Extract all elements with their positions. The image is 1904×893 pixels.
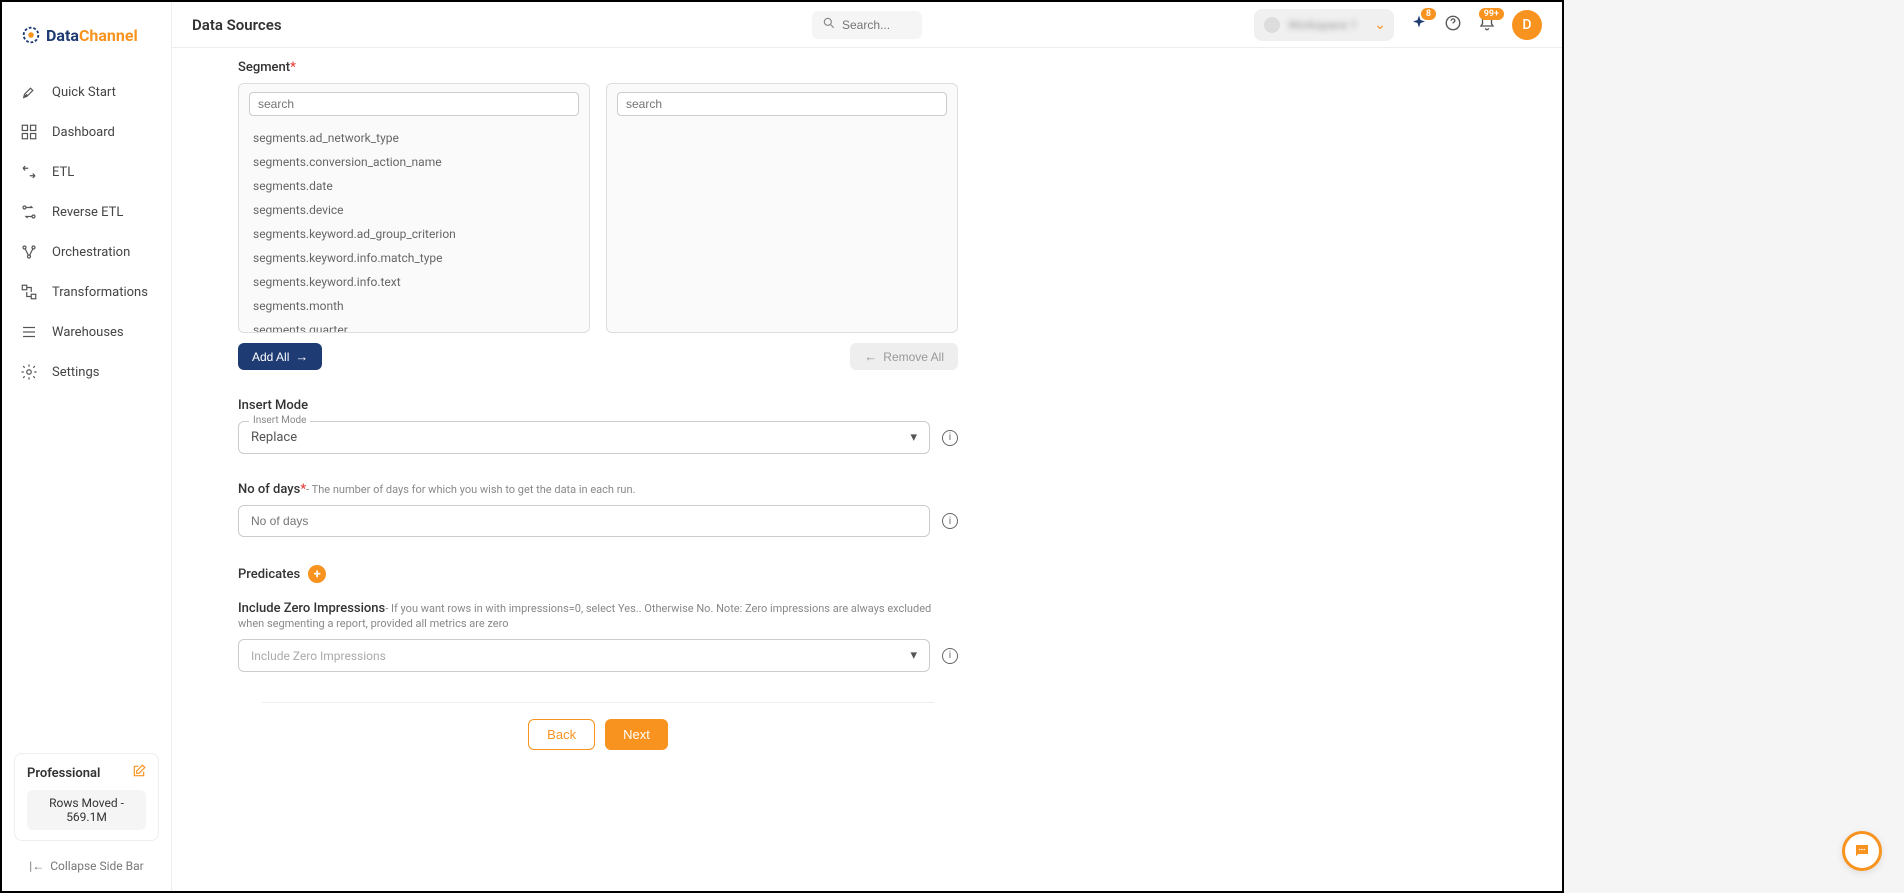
logo-icon: [20, 24, 42, 46]
segment-selected-list: [606, 83, 958, 333]
list-item[interactable]: segments.conversion_action_name: [239, 150, 589, 174]
insert-mode-select[interactable]: Insert Mode Replace ▾: [238, 421, 930, 454]
arrow-right-icon: →: [295, 349, 308, 364]
no-of-days-label: No of days*- The number of days for whic…: [238, 482, 958, 497]
user-avatar[interactable]: D: [1512, 10, 1542, 40]
orchestration-icon: [20, 243, 38, 261]
workspace-name: Workspace 1: [1288, 18, 1357, 32]
workspace-selector[interactable]: Workspace 1 ⌄: [1254, 9, 1394, 41]
no-of-days-input[interactable]: [238, 505, 930, 537]
list-item[interactable]: segments.keyword.info.match_type: [239, 246, 589, 270]
segment-selected-search[interactable]: [617, 92, 947, 116]
zero-impressions-select[interactable]: Include Zero Impressions ▾: [238, 639, 930, 672]
predicates-label: Predicates: [238, 567, 300, 582]
divider: [262, 702, 934, 703]
nav-quick-start[interactable]: Quick Start: [2, 72, 171, 112]
list-item[interactable]: segments.month: [239, 294, 589, 318]
workspace-avatar-icon: [1264, 17, 1280, 33]
help-button[interactable]: [1444, 14, 1462, 36]
nav-settings[interactable]: Settings: [2, 352, 171, 392]
back-button[interactable]: Back: [528, 719, 595, 750]
caret-down-icon: ▾: [910, 648, 917, 663]
add-predicate-button[interactable]: +: [308, 565, 326, 583]
add-all-button[interactable]: Add All →: [238, 343, 322, 370]
rocket-icon: [20, 83, 38, 101]
nav-dashboard[interactable]: Dashboard: [2, 112, 171, 152]
notifications-button[interactable]: 99+: [1478, 14, 1496, 36]
nav-orchestration[interactable]: Orchestration: [2, 232, 171, 272]
sparkle-button[interactable]: 8: [1410, 14, 1428, 36]
gear-icon: [20, 363, 38, 381]
global-search[interactable]: [812, 11, 922, 39]
nav-etl[interactable]: ETL: [2, 152, 171, 192]
remove-all-button[interactable]: ← Remove All: [850, 343, 958, 370]
chevron-down-icon: ⌄: [1374, 17, 1386, 33]
logo-text: DataChannel: [46, 26, 138, 45]
sidebar-nav: Quick Start Dashboard ETL Reverse ETL Or…: [2, 60, 171, 753]
warehouse-icon: [20, 323, 38, 341]
insert-mode-info-icon[interactable]: i: [942, 430, 958, 446]
zero-impressions-placeholder: Include Zero Impressions: [251, 649, 386, 663]
list-item[interactable]: segments.keyword.ad_group_criterion: [239, 222, 589, 246]
topbar: Data Sources Workspace 1 ⌄ 8: [172, 2, 1562, 48]
list-item[interactable]: segments.quarter: [239, 318, 589, 332]
reverse-etl-icon: [20, 203, 38, 221]
arrow-left-icon: ←: [864, 349, 877, 364]
segment-label: Segment*: [238, 60, 958, 75]
segment-available-search[interactable]: [249, 92, 579, 116]
chat-button[interactable]: [1842, 831, 1882, 871]
list-item[interactable]: segments.keyword.info.text: [239, 270, 589, 294]
chat-icon: [1853, 842, 1871, 860]
list-item[interactable]: segments.date: [239, 174, 589, 198]
zero-impressions-info-icon[interactable]: i: [942, 648, 958, 664]
transformations-icon: [20, 283, 38, 301]
plan-edit-icon[interactable]: [132, 764, 146, 782]
collapse-sidebar-button[interactable]: |← Collapse Side Bar: [14, 851, 159, 881]
collapse-icon: |←: [29, 859, 44, 873]
next-button[interactable]: Next: [605, 719, 668, 750]
insert-mode-label: Insert Mode: [238, 398, 958, 413]
segment-available-list: segments.ad_network_typesegments.convers…: [238, 83, 590, 333]
zero-impressions-label: Include Zero Impressions- If you want ro…: [238, 601, 958, 631]
insert-mode-value: Replace: [251, 430, 297, 445]
list-item[interactable]: segments.device: [239, 198, 589, 222]
etl-icon: [20, 163, 38, 181]
search-icon: [822, 15, 836, 34]
plan-box: Professional Rows Moved - 569.1M: [14, 753, 159, 841]
help-icon: [1444, 14, 1462, 32]
caret-down-icon: ▾: [910, 430, 917, 445]
nav-reverse-etl[interactable]: Reverse ETL: [2, 192, 171, 232]
list-item[interactable]: segments.ad_network_type: [239, 126, 589, 150]
dashboard-icon: [20, 123, 38, 141]
bell-badge: 99+: [1479, 8, 1504, 20]
sparkle-badge: 8: [1421, 8, 1436, 20]
sidebar: DataChannel Quick Start Dashboard ETL Re…: [2, 2, 172, 891]
logo: DataChannel: [2, 2, 171, 60]
no-of-days-info-icon[interactable]: i: [942, 513, 958, 529]
page-title: Data Sources: [192, 16, 282, 34]
nav-transformations[interactable]: Transformations: [2, 272, 171, 312]
nav-warehouses[interactable]: Warehouses: [2, 312, 171, 352]
search-input[interactable]: [842, 18, 997, 32]
rows-moved: Rows Moved - 569.1M: [27, 790, 146, 830]
plan-name: Professional: [27, 766, 100, 781]
